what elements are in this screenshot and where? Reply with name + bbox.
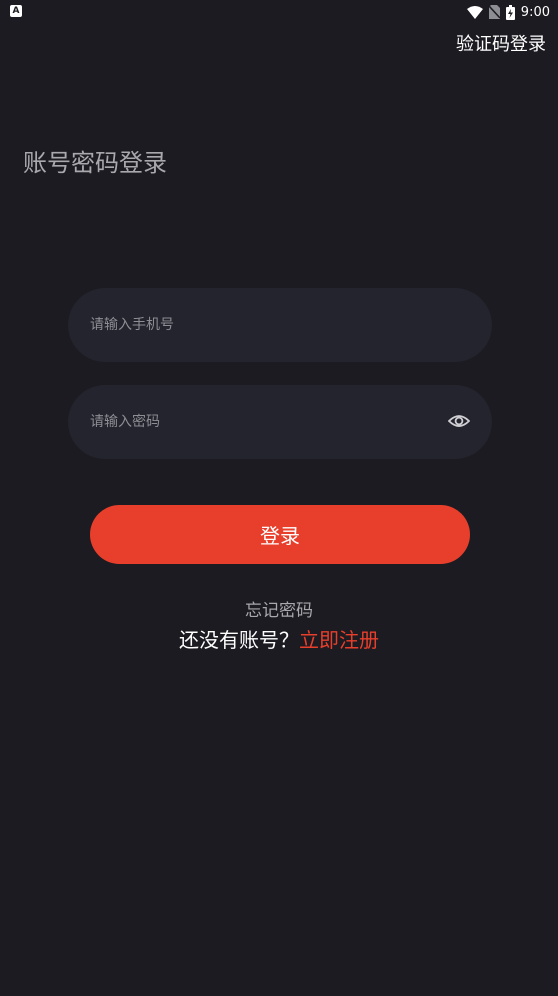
login-screen: A 9:00 验证码登录 账号密码登录 登录 忘记	[0, 0, 558, 996]
login-button[interactable]: 登录	[90, 505, 470, 564]
register-row: 还没有账号？立即注册	[0, 624, 558, 653]
app-notification-icon: A	[10, 5, 22, 17]
status-time: 9:00	[520, 4, 550, 20]
phone-field	[68, 288, 492, 362]
page-title: 账号密码登录	[23, 149, 167, 177]
no-sim-icon	[488, 5, 500, 19]
forgot-password-link[interactable]: 忘记密码	[0, 596, 558, 621]
status-icons: 9:00	[466, 3, 550, 21]
register-link[interactable]: 立即注册	[299, 628, 379, 652]
status-bar: A 9:00	[0, 0, 558, 24]
phone-input[interactable]	[90, 288, 430, 362]
password-input[interactable]	[90, 385, 430, 459]
password-field	[68, 385, 492, 459]
battery-charging-icon	[505, 4, 515, 20]
no-account-text: 还没有账号？	[179, 628, 299, 652]
wifi-icon	[466, 5, 483, 19]
sms-code-login-link[interactable]: 验证码登录	[456, 30, 546, 56]
eye-icon[interactable]	[448, 412, 470, 430]
